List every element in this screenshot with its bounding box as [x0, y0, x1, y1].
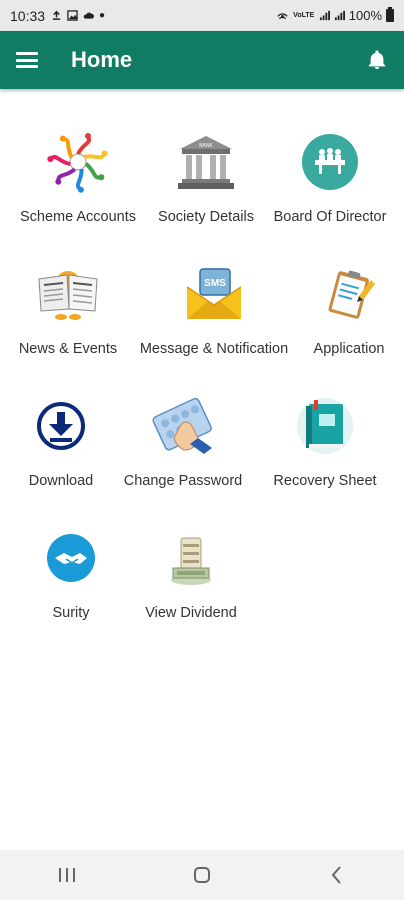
home-icon — [193, 867, 210, 883]
bell-icon[interactable] — [366, 49, 388, 71]
sms-envelope-icon: SMS — [181, 261, 247, 327]
tile-news-events[interactable]: News & Events — [0, 261, 143, 371]
hotspot-icon — [276, 13, 289, 21]
tile-label: News & Events — [18, 341, 118, 357]
board-meeting-icon — [297, 129, 363, 195]
tile-label: Recovery Sheet — [273, 473, 377, 489]
money-stack-icon — [158, 525, 224, 591]
status-bar: 10:33 ● VoLTE 100% — [0, 0, 404, 31]
download-icon — [28, 393, 94, 459]
tile-change-password[interactable]: Change Password — [108, 393, 258, 503]
status-time: 10:33 — [10, 7, 46, 24]
tile-label: Application — [313, 341, 385, 357]
handshake-icon — [38, 525, 104, 591]
tile-label: Download — [28, 473, 94, 489]
upload-notification-icon — [52, 10, 61, 20]
app-bar: Home — [0, 31, 404, 89]
tile-label: View Dividend — [145, 605, 237, 621]
image-notification-icon — [67, 10, 78, 21]
battery-percent: 100% — [348, 8, 382, 23]
newspaper-icon — [35, 261, 101, 327]
page-title: Home — [71, 47, 133, 72]
recent-apps-button[interactable] — [37, 855, 97, 895]
book-icon — [292, 393, 358, 459]
tile-message-notification[interactable]: SMS Message & Notification — [139, 261, 289, 371]
tile-recovery-sheet[interactable]: Recovery Sheet — [250, 393, 400, 503]
system-nav-bar — [0, 850, 404, 900]
tile-label: Message & Notification — [139, 341, 289, 357]
tile-board-of-director[interactable]: Board Of Director — [255, 129, 404, 239]
tile-label: Surity — [52, 605, 90, 621]
tile-label: Society Details — [158, 209, 254, 225]
back-icon — [331, 866, 341, 884]
signal-icon-2 — [334, 10, 345, 21]
svg-text:SMS: SMS — [204, 278, 226, 289]
battery-icon — [386, 7, 394, 22]
back-button[interactable] — [307, 855, 367, 895]
bank-building-icon: BANK — [173, 129, 239, 195]
dot-icon: ● — [99, 10, 106, 21]
home-button[interactable] — [172, 855, 232, 895]
recent-apps-icon — [59, 868, 76, 882]
hamburger-menu-icon[interactable] — [16, 52, 38, 68]
tile-label: Board Of Director — [273, 209, 387, 225]
clipboard-icon — [316, 261, 382, 327]
volte-label: VoLTE — [293, 12, 315, 19]
keypad-hand-icon — [150, 393, 216, 459]
tile-label: Change Password — [123, 473, 243, 489]
cloud-icon — [83, 12, 95, 19]
tile-label: Scheme Accounts — [19, 209, 137, 225]
tile-application[interactable]: Application — [274, 261, 404, 371]
tile-view-dividend[interactable]: View Dividend — [116, 525, 266, 635]
signal-icon-1 — [319, 10, 330, 21]
scheme-accounts-icon — [45, 129, 111, 195]
svg-text:BANK: BANK — [199, 143, 213, 149]
